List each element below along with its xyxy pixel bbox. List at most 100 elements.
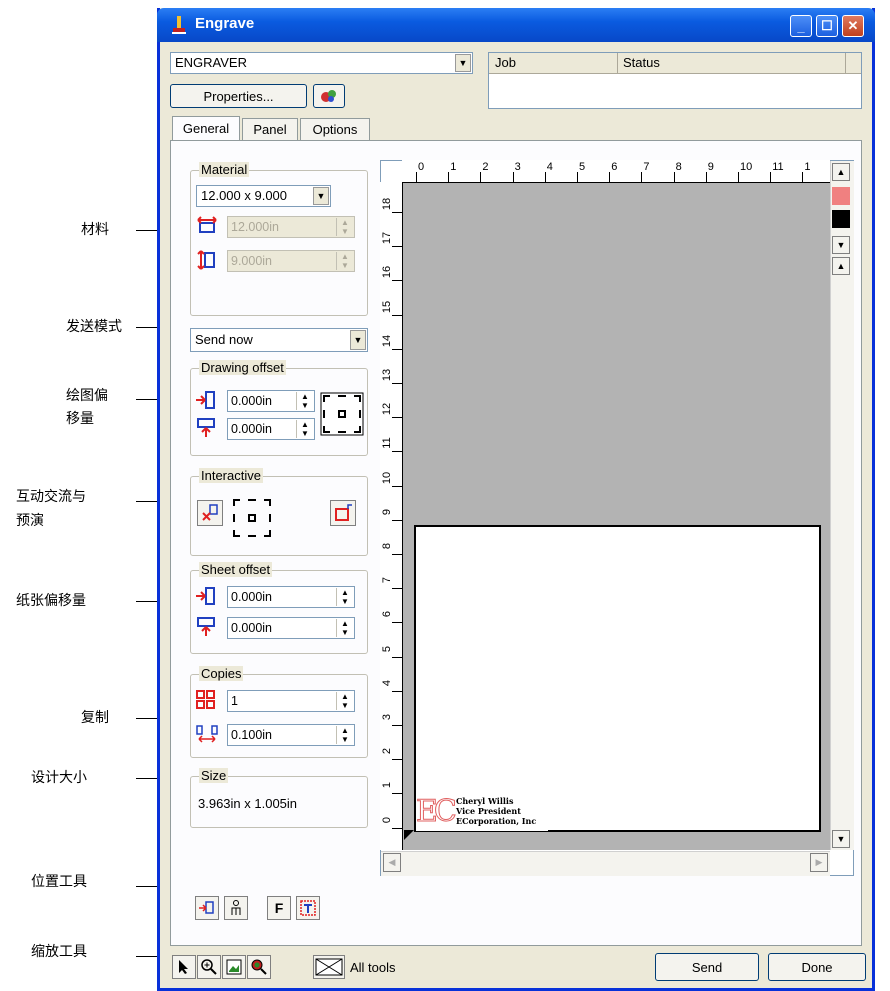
ruler-tick — [641, 172, 643, 182]
zoom-selection-icon — [251, 959, 267, 975]
interactive-preview-button[interactable] — [330, 500, 356, 526]
chevron-down-icon[interactable]: ▼ — [455, 54, 471, 72]
position-tool-person-button[interactable] — [224, 896, 248, 920]
design-line-1: Cheryl Willis — [456, 796, 514, 806]
preview-design[interactable]: EC Cheryl Willis Vice President ECorpora… — [416, 794, 548, 831]
column-divider — [845, 53, 846, 73]
ruler-label: 0 — [418, 161, 425, 173]
ruler-label: 8 — [675, 161, 682, 173]
copy-spacing-value: 0.100in — [231, 728, 273, 742]
ruler-tick — [609, 172, 611, 182]
ruler-tick — [448, 172, 450, 182]
select-tool-button[interactable] — [172, 955, 196, 979]
top-ruler: 0 1 2 3 4 5 6 7 8 9 10 11 1 — [402, 160, 830, 183]
ruler-tick — [577, 172, 578, 182]
ruler-label: 16 — [381, 266, 393, 279]
sheet-offset-x-value: 0.000in — [231, 590, 273, 604]
tab-options[interactable]: Options — [300, 118, 370, 140]
annotation-design-size: 设计大小 — [31, 770, 87, 786]
ruler-tick — [392, 314, 402, 316]
spinner-icon[interactable]: ▲ ▼ — [336, 619, 353, 637]
interactive-move-button[interactable] — [197, 500, 223, 526]
color-swatch-red[interactable] — [832, 187, 850, 205]
spinner-icon[interactable]: ▲ ▼ — [296, 420, 313, 438]
minimize-button[interactable]: _ — [790, 15, 812, 37]
ruler-tick — [673, 172, 675, 182]
preview-frame-icon — [335, 504, 352, 521]
zoom-in-button[interactable] — [197, 955, 221, 979]
ruler-label: 9 — [707, 161, 714, 173]
material-sheet — [414, 525, 821, 832]
close-button[interactable]: ✕ — [842, 15, 864, 37]
scroll-right-button[interactable]: ▶ — [810, 853, 828, 872]
color-scroll-down-button[interactable]: ▼ — [832, 236, 850, 254]
zoom-page-button[interactable] — [222, 955, 246, 979]
drawing-offset-x-field[interactable]: 0.000in ▲ ▼ — [227, 390, 315, 412]
ruler-tick — [392, 588, 402, 590]
ruler-tick — [392, 348, 402, 350]
anchor-grid-icon[interactable] — [320, 392, 364, 436]
position-tool-frame-button[interactable] — [296, 896, 320, 920]
copies-count-field[interactable]: 1 ▲ ▼ — [227, 690, 355, 712]
status-column-header[interactable]: Status — [623, 55, 660, 70]
ruler-label: 2 — [482, 161, 489, 173]
scroll-up-button[interactable]: ▲ — [832, 257, 850, 275]
done-button[interactable]: Done — [768, 953, 866, 981]
ruler-tick — [392, 793, 402, 795]
job-list[interactable]: Job Status — [488, 52, 862, 109]
text-f-icon: F — [274, 900, 284, 916]
chevron-down-icon[interactable]: ▼ — [350, 330, 366, 350]
job-column-header[interactable]: Job — [495, 55, 516, 70]
all-tools-button[interactable] — [313, 955, 345, 979]
sheet-offset-y-field[interactable]: 0.000in ▲ ▼ — [227, 617, 355, 639]
material-size-select[interactable]: 12.000 x 9.000 ▼ — [196, 185, 331, 207]
material-width-field: 12.000in ▲ ▼ — [227, 216, 355, 238]
properties-button[interactable]: Properties... — [170, 84, 307, 108]
position-tool-text-button[interactable]: F — [267, 896, 291, 920]
ruler-label: 2 — [381, 748, 393, 755]
copy-spacing-icon — [196, 725, 218, 743]
ruler-tick — [392, 280, 402, 282]
printer-settings-button[interactable] — [313, 84, 345, 108]
person-position-icon — [231, 900, 241, 915]
send-button[interactable]: Send — [655, 953, 759, 981]
maximize-button[interactable]: ☐ — [816, 15, 838, 37]
sheet-offset-y-value: 0.000in — [231, 621, 273, 635]
design-line-2: Vice President — [456, 806, 521, 816]
spinner-icon[interactable]: ▲ ▼ — [336, 726, 353, 744]
copy-spacing-field[interactable]: 0.100in ▲ ▼ — [227, 724, 355, 746]
drawing-offset-y-field[interactable]: 0.000in ▲ ▼ — [227, 418, 315, 440]
ruler-label: 5 — [579, 161, 586, 173]
ruler-label: 13 — [381, 368, 393, 382]
position-tool-offset-button[interactable] — [195, 896, 219, 920]
spinner-icon[interactable]: ▲ ▼ — [296, 392, 313, 410]
zoom-selection-button[interactable] — [247, 955, 271, 979]
ruler-label: 18 — [381, 197, 393, 211]
left-ruler: 18 17 16 15 14 13 12 11 10 9 8 7 6 5 4 3 2 1 0 — [380, 182, 403, 850]
horizontal-scrollbar[interactable] — [381, 851, 830, 876]
scroll-up-button[interactable]: ▲ — [832, 163, 850, 181]
interactive-anchor-grid-icon[interactable] — [230, 496, 274, 540]
tab-panel[interactable]: Panel — [242, 118, 298, 140]
scroll-down-button[interactable]: ▼ — [832, 830, 850, 848]
material-size-value: 12.000 x 9.000 — [201, 188, 288, 203]
spinner-icon[interactable]: ▲ ▼ — [336, 588, 353, 606]
annotation-drawing-offset-2: 移量 — [66, 411, 94, 427]
tab-general[interactable]: General — [172, 116, 240, 140]
origin-marker-icon — [404, 830, 414, 840]
ruler-tick — [392, 246, 402, 248]
scroll-left-button[interactable]: ◀ — [383, 853, 401, 872]
spinner-icon: ▲ ▼ — [336, 252, 353, 270]
send-mode-select[interactable]: Send now ▼ — [190, 328, 368, 352]
sheet-offset-x-field[interactable]: 0.000in ▲ ▼ — [227, 586, 355, 608]
ruler-label: 10 — [740, 161, 753, 173]
color-swatch-black[interactable] — [832, 210, 850, 228]
printer-select[interactable]: ENGRAVER ▼ — [170, 52, 473, 74]
annotation-line — [136, 956, 158, 957]
title-bar[interactable]: Engrave _ ☐ ✕ — [157, 8, 875, 42]
spinner-icon[interactable]: ▲ ▼ — [336, 692, 353, 710]
ruler-label: 5 — [381, 645, 393, 652]
chevron-down-icon[interactable]: ▼ — [313, 187, 329, 205]
ruler-tick — [392, 690, 402, 692]
ruler-label: 3 — [514, 161, 521, 173]
